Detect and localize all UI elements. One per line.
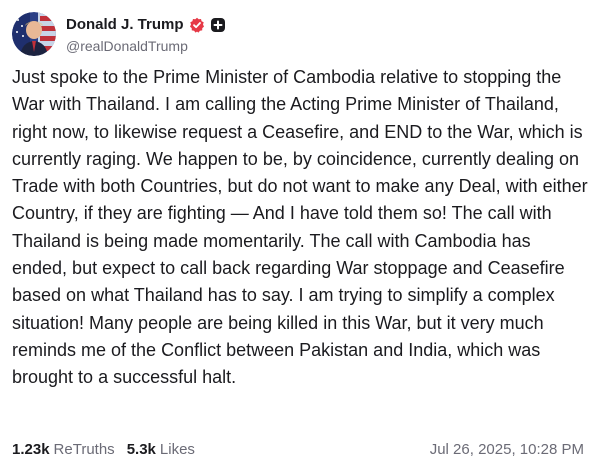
likes-count: 5.3k [126,440,156,458]
display-name[interactable]: Donald J. Trump [66,16,184,33]
retruths-count: 1.23k [12,440,50,458]
post-header: Donald J. Trump @realDonaldTrump [12,12,226,56]
retruths-stat[interactable]: 1.23k ReTruths [12,441,115,458]
retruths-label: ReTruths [53,440,115,458]
verified-badge-icon [189,17,205,33]
author-handle[interactable]: @realDonaldTrump [66,38,226,54]
post-text: Just spoke to the Prime Minister of Camb… [12,67,593,388]
author-names: Donald J. Trump @realDonaldTrump [66,15,226,54]
name-row: Donald J. Trump [66,15,226,35]
likes-stat[interactable]: 5.3k Likes [127,441,195,458]
post-footer: 1.23k ReTruths 5.3k Likes Jul 26, 2025, … [12,438,584,460]
plus-square-icon[interactable] [210,17,226,33]
truth-post: Donald J. Trump @realDonaldTrump Just sp… [0,0,596,465]
avatar[interactable] [12,12,56,56]
post-timestamp[interactable]: Jul 26, 2025, 10:28 PM [430,441,584,458]
likes-label: Likes [159,440,195,458]
